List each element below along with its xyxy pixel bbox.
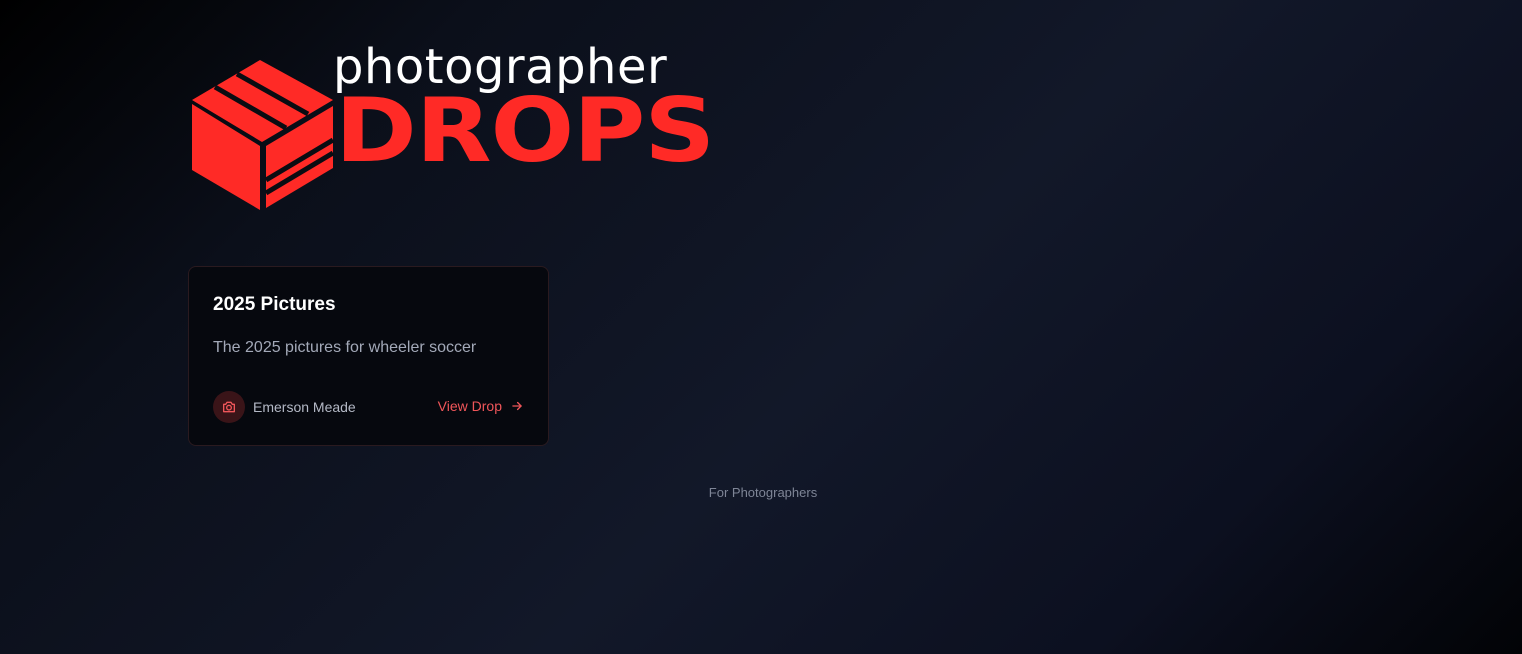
brand-word-bottom: DROPS xyxy=(335,79,715,182)
for-photographers-link[interactable]: For Photographers xyxy=(709,485,817,500)
box-icon xyxy=(192,60,335,210)
author-name: Emerson Meade xyxy=(253,399,356,415)
drop-description: The 2025 pictures for wheeler soccer xyxy=(213,339,477,356)
footer-link-wrapper: For Photographers xyxy=(0,485,1522,500)
avatar xyxy=(213,391,245,423)
drop-title: 2025 Pictures xyxy=(213,294,336,315)
drop-card[interactable]: 2025 Pictures The 2025 pictures for whee… xyxy=(188,266,549,446)
camera-icon xyxy=(223,401,235,413)
arrow-right-icon xyxy=(512,401,522,411)
brand-logo[interactable]: photographer DROPS xyxy=(190,42,730,214)
view-drop-label: View Drop xyxy=(437,398,502,414)
view-drop-link[interactable]: View Drop xyxy=(438,398,524,414)
